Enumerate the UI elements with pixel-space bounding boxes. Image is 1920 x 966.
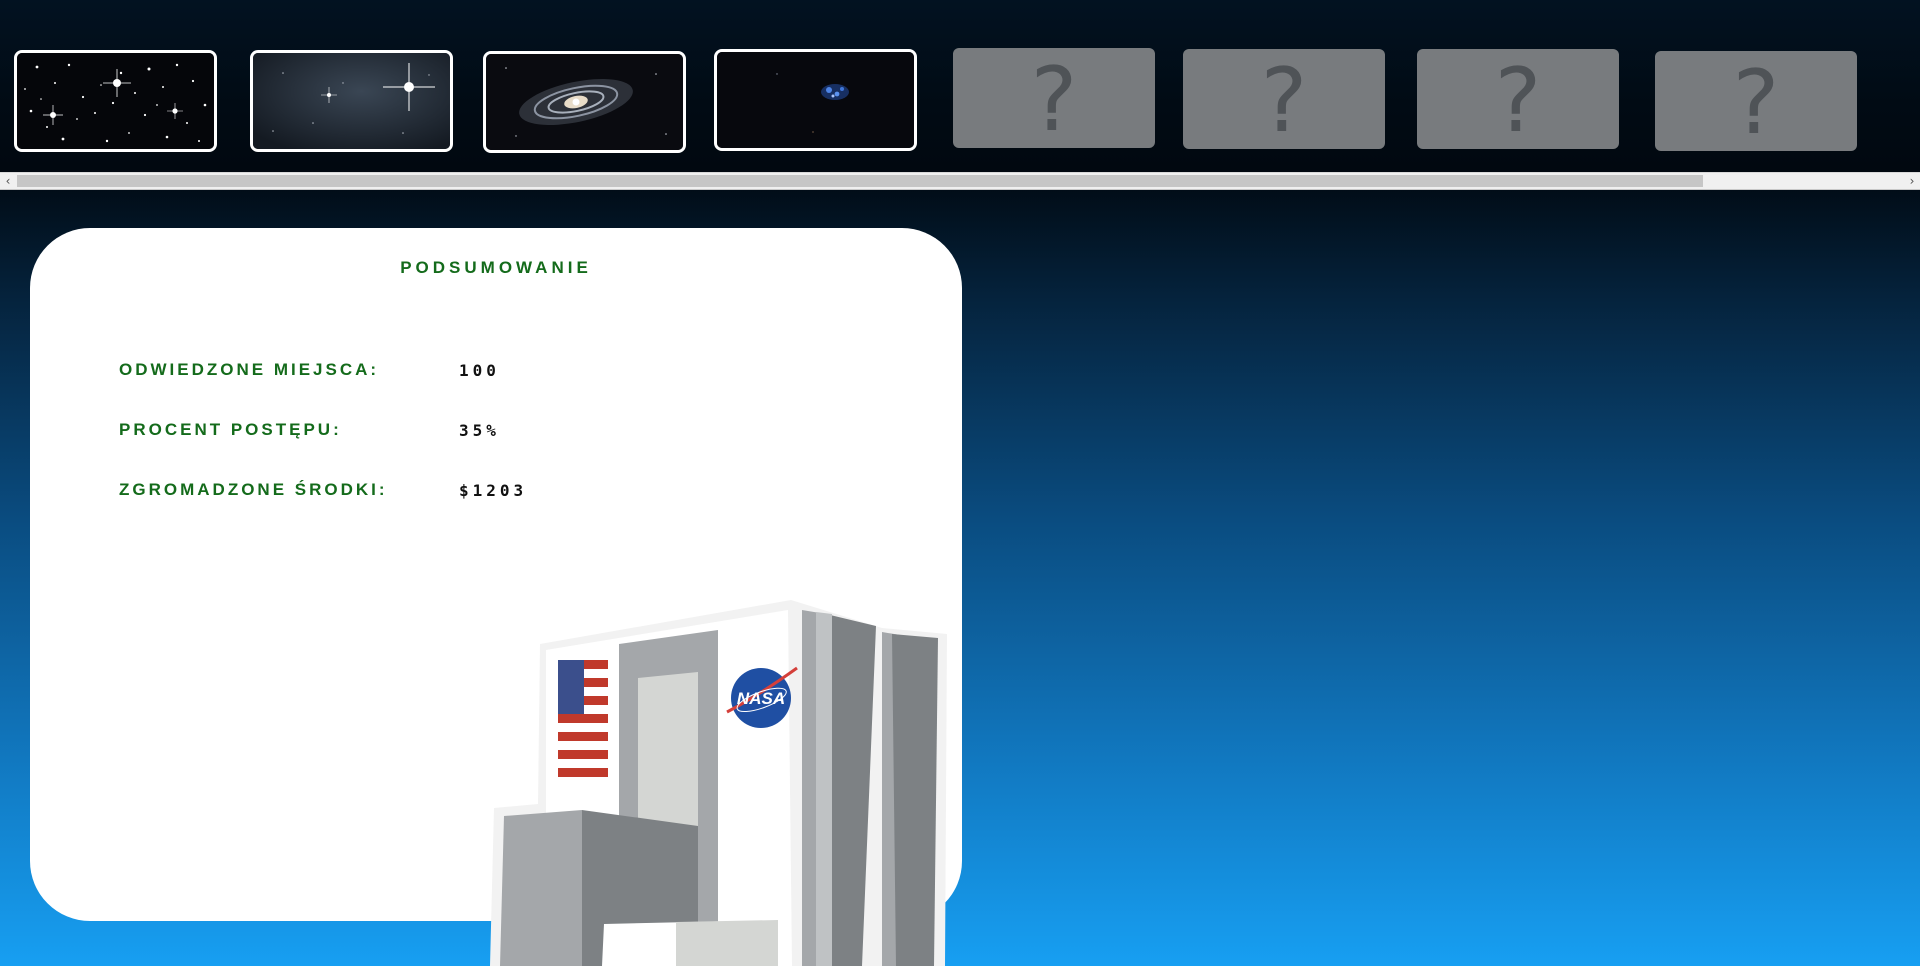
image-gallery-strip: ? ? ? ? bbox=[0, 0, 1920, 172]
progress-percent-value: 35% bbox=[459, 421, 500, 440]
horizontal-scrollbar[interactable]: ‹ › bbox=[0, 172, 1920, 190]
nasa-building-illustration: NASA bbox=[490, 600, 947, 966]
dwarf-galaxy-image bbox=[717, 52, 914, 148]
summary-title: PODSUMOWANIE bbox=[400, 258, 592, 277]
us-flag-icon bbox=[558, 660, 608, 786]
thumbnail-bright-star[interactable] bbox=[250, 50, 453, 152]
spiral-galaxy-image bbox=[486, 54, 683, 150]
thumbnail-locked-5[interactable]: ? bbox=[953, 48, 1155, 148]
visited-places-label: ODWIEDZONE MIEJSCA: bbox=[119, 360, 380, 379]
svg-text:NASA: NASA bbox=[737, 689, 785, 708]
star-cluster-image bbox=[17, 53, 214, 149]
scroll-right-arrow-icon[interactable]: › bbox=[1904, 173, 1920, 189]
question-mark-icon: ? bbox=[1732, 51, 1780, 154]
scrollbar-thumb[interactable] bbox=[17, 175, 1703, 187]
question-mark-icon: ? bbox=[1030, 48, 1078, 151]
question-mark-icon: ? bbox=[1494, 49, 1542, 152]
visited-places-value: 100 bbox=[459, 361, 500, 380]
bright-star-image bbox=[253, 53, 450, 149]
thumbnail-locked-7[interactable]: ? bbox=[1417, 49, 1619, 149]
collected-funds-label: ZGROMADZONE ŚRODKI: bbox=[119, 480, 388, 499]
collected-funds-value: $1203 bbox=[459, 481, 528, 500]
scroll-left-arrow-icon[interactable]: ‹ bbox=[0, 173, 16, 189]
thumbnail-locked-8[interactable]: ? bbox=[1655, 51, 1857, 151]
thumbnail-locked-6[interactable]: ? bbox=[1183, 49, 1385, 149]
thumbnail-spiral-galaxy[interactable] bbox=[483, 51, 686, 153]
thumbnail-dwarf-galaxy[interactable] bbox=[714, 49, 917, 151]
thumbnail-star-cluster[interactable] bbox=[14, 50, 217, 152]
question-mark-icon: ? bbox=[1260, 49, 1308, 152]
progress-percent-label: PROCENT POSTĘPU: bbox=[119, 420, 342, 439]
